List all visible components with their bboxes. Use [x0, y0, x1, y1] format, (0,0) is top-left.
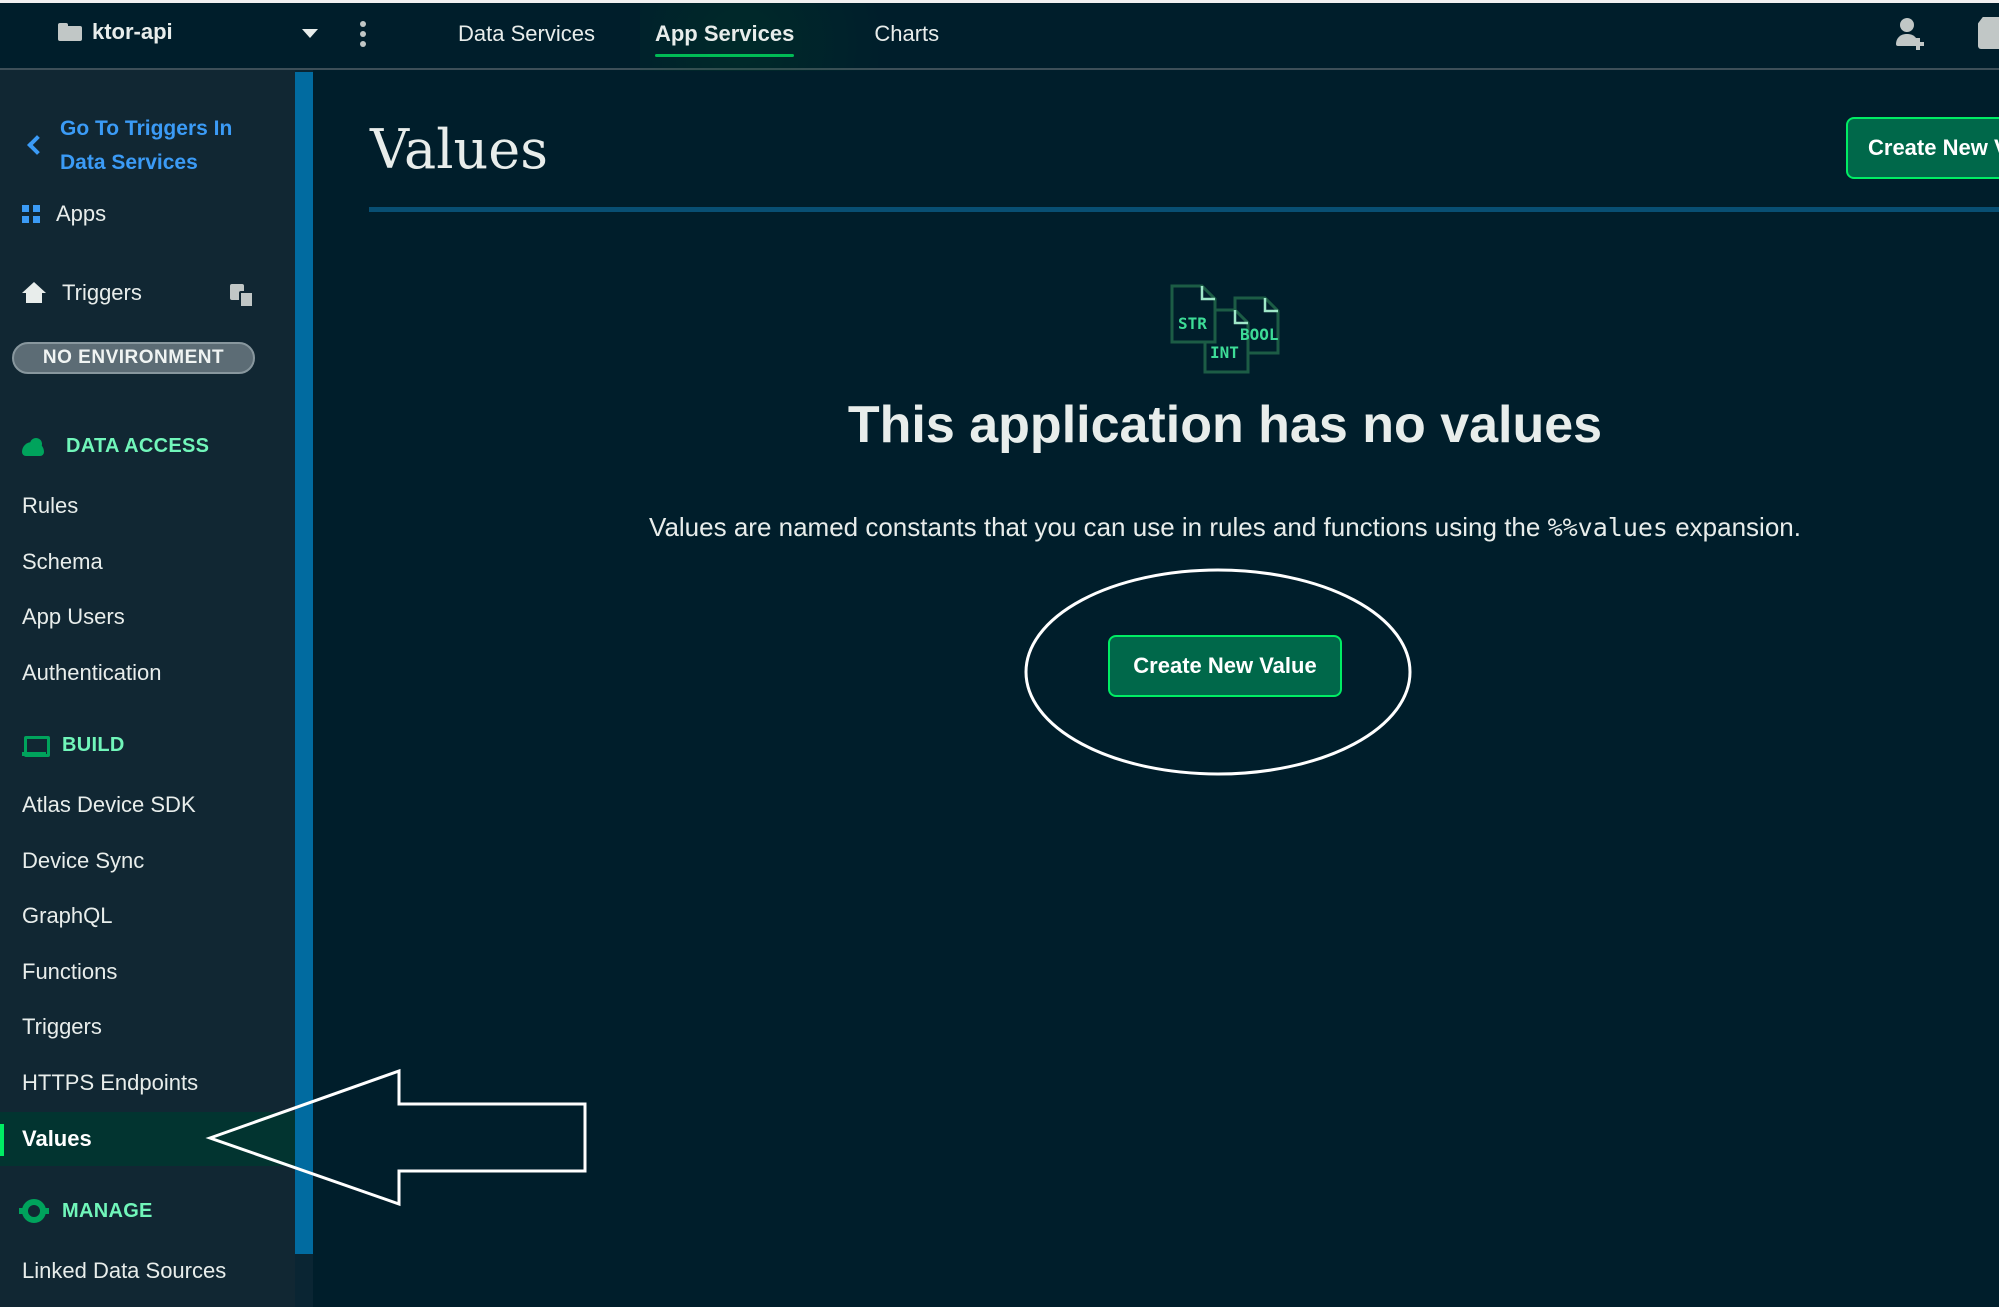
sidebar-item-values[interactable]: Values [22, 1126, 92, 1152]
sidebar-item-graphql[interactable]: GraphQL [22, 903, 113, 929]
copy-icon[interactable] [230, 284, 256, 308]
project-selector[interactable]: ktor-api [58, 19, 173, 45]
empty-state-description: Values are named constants that you can … [649, 512, 1801, 542]
section-manage: MANAGE [19, 1199, 153, 1223]
active-item-indicator [0, 1124, 4, 1156]
bool-label: BOOL [1240, 325, 1279, 344]
sidebar-app-name[interactable]: Triggers [22, 280, 142, 306]
app-name-label: Triggers [62, 280, 142, 305]
document-icon[interactable] [1978, 17, 1999, 49]
tab-app-services[interactable]: App Services [635, 3, 814, 65]
sidebar-item-atlas-device-sdk[interactable]: Atlas Device SDK [22, 792, 196, 818]
int-label: INT [1210, 343, 1239, 362]
sidebar-item-app-users[interactable]: App Users [22, 604, 125, 630]
title-divider [369, 207, 1999, 212]
home-icon [22, 282, 46, 304]
top-nav-bar: ktor-api Data Services App Services Char… [0, 0, 1999, 71]
folder-icon [58, 23, 82, 41]
sidebar-item-functions[interactable]: Functions [22, 959, 117, 985]
chevron-down-icon[interactable] [302, 29, 318, 38]
kebab-menu-icon[interactable] [358, 21, 368, 47]
sidebar-item-device-sync[interactable]: Device Sync [22, 848, 144, 874]
chevron-left-icon [27, 135, 47, 155]
tab-data-services[interactable]: Data Services [438, 3, 615, 65]
create-new-value-top-button[interactable]: Create New Value [1846, 117, 1999, 179]
tab-charts[interactable]: Charts [854, 3, 959, 65]
sidebar-item-apps[interactable]: Apps [22, 201, 106, 227]
section-title: MANAGE [62, 1199, 153, 1222]
apps-grid-icon [22, 205, 40, 223]
apps-label: Apps [56, 201, 107, 226]
create-new-value-button[interactable]: Create New Value [1108, 635, 1342, 697]
section-build: BUILD [22, 734, 125, 757]
sidebar-item-https-endpoints[interactable]: HTTPS Endpoints [22, 1070, 198, 1096]
sidebar-item-triggers[interactable]: Triggers [22, 1014, 102, 1040]
page-title: Values [370, 118, 548, 181]
environment-badge: NO ENVIRONMENT [12, 342, 255, 374]
sidebar-scrollbar[interactable] [295, 72, 313, 1254]
values-types-icon: STR INT BOOL [1170, 284, 1280, 374]
gear-icon [19, 1199, 49, 1223]
sidebar-item-schema[interactable]: Schema [22, 549, 103, 575]
empty-state-headline: This application has no values [847, 396, 1603, 454]
laptop-icon [22, 735, 50, 757]
project-name: ktor-api [92, 19, 173, 44]
sidebar-item-linked-data-sources[interactable]: Linked Data Sources [22, 1258, 226, 1284]
user-add-icon[interactable] [1896, 18, 1926, 50]
str-label: STR [1178, 314, 1207, 333]
sidebar-item-authentication[interactable]: Authentication [22, 660, 161, 686]
values-expansion-code: %%values [1547, 513, 1668, 542]
product-tabs: Data Services App Services Charts [438, 3, 959, 71]
section-title: BUILD [62, 734, 125, 756]
back-link-label: Go To Triggers In Data Services [60, 117, 233, 174]
back-to-data-services-link[interactable]: Go To Triggers In Data Services [22, 112, 260, 180]
